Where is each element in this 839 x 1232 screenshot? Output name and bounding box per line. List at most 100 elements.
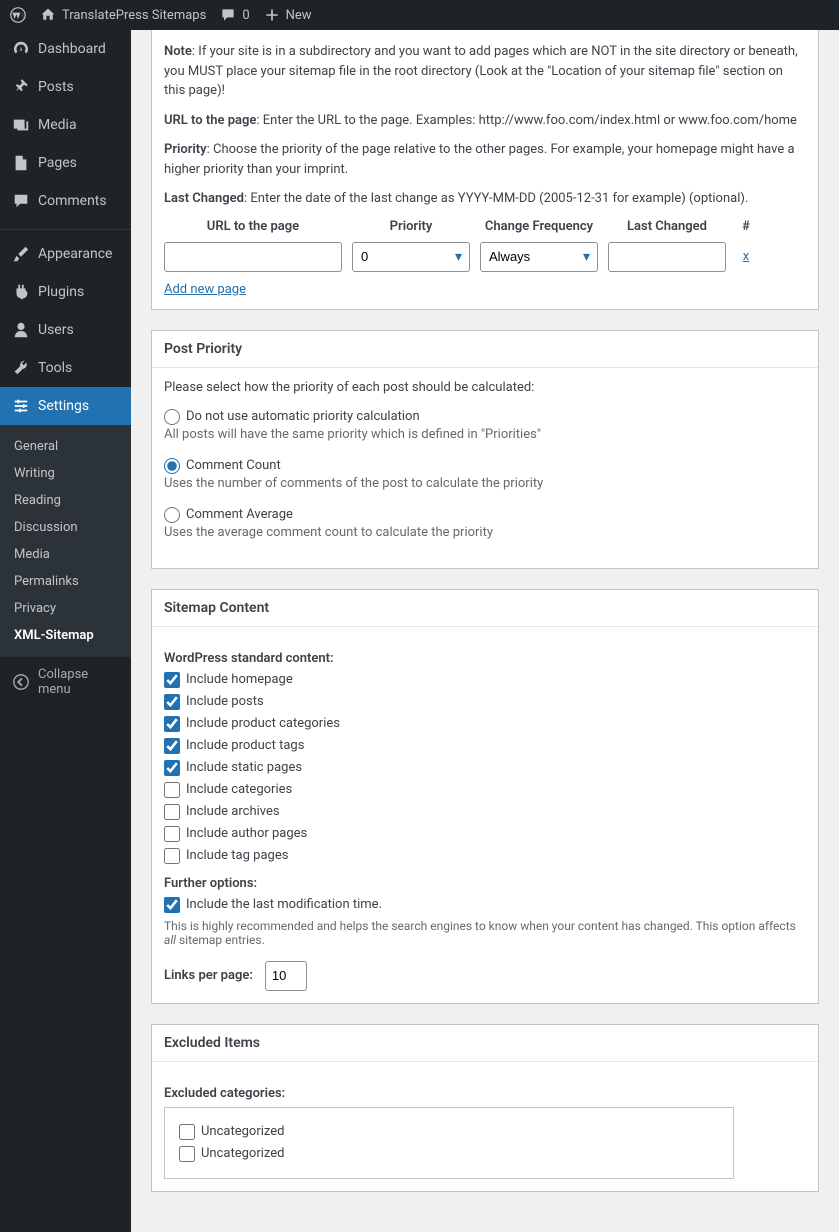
new-label: New [286, 8, 312, 23]
admin-sidebar: DashboardPostsMediaPagesCommentsAppearan… [0, 30, 131, 1232]
new-link[interactable]: New [264, 7, 312, 23]
menu-label: Settings [38, 398, 89, 414]
priority-option-0[interactable]: Do not use automatic priority calculatio… [164, 409, 806, 425]
menu-label: Appearance [38, 246, 112, 262]
excluded-cats-box: Uncategorized Uncategorized [164, 1107, 734, 1179]
plugin-icon [12, 283, 30, 301]
submenu-item-writing[interactable]: Writing [0, 460, 131, 487]
menu-item-dashboard[interactable]: Dashboard [0, 30, 131, 68]
content-label-5[interactable]: Include categories [186, 782, 292, 797]
excluded-cats-header: Excluded categories: [164, 1086, 806, 1101]
content-checkbox-5[interactable] [164, 782, 180, 798]
submenu-item-discussion[interactable]: Discussion [0, 514, 131, 541]
header-changed: Last Changed [608, 219, 726, 234]
admin-toolbar: TranslatePress Sitemaps 0 New [0, 0, 839, 30]
submenu-item-reading[interactable]: Reading [0, 487, 131, 514]
changed-input[interactable] [608, 242, 726, 272]
site-link[interactable]: TranslatePress Sitemaps [40, 7, 206, 23]
priority-radio-0[interactable] [164, 409, 180, 425]
priority-option-1[interactable]: Comment Count [164, 458, 806, 474]
content-checkbox-8[interactable] [164, 848, 180, 864]
additional-pages-panel: Note: If your site is in a subdirectory … [151, 30, 819, 310]
url-input[interactable] [164, 242, 342, 272]
priority-radio-2[interactable] [164, 507, 180, 523]
submenu-item-general[interactable]: General [0, 433, 131, 460]
links-per-page-input[interactable] [265, 961, 307, 991]
main-content: Note: If your site is in a subdirectory … [131, 30, 839, 1232]
links-per-page-label: Links per page: [164, 968, 253, 983]
brush-icon [12, 245, 30, 263]
menu-item-settings[interactable]: Settings [0, 387, 131, 425]
content-checkbox-4[interactable] [164, 760, 180, 776]
pin-icon [12, 78, 30, 96]
page-icon [12, 154, 30, 172]
header-priority: Priority [352, 219, 470, 234]
menu-label: Tools [38, 360, 72, 376]
collapse-menu[interactable]: Collapse menu [0, 657, 131, 707]
excluded-cat-label-1[interactable]: Uncategorized [201, 1146, 284, 1161]
site-name: TranslatePress Sitemaps [62, 8, 206, 23]
menu-item-posts[interactable]: Posts [0, 68, 131, 106]
excluded-items-panel: Excluded Items Excluded categories: Unca… [151, 1024, 819, 1192]
content-label-7[interactable]: Include author pages [186, 826, 307, 841]
menu-label: Dashboard [38, 41, 106, 57]
menu-label: Users [38, 322, 74, 338]
pages-table-row: 0 Always x [164, 242, 806, 272]
menu-item-media[interactable]: Media [0, 106, 131, 144]
content-label-3[interactable]: Include product tags [186, 738, 304, 753]
header-freq: Change Frequency [480, 219, 598, 234]
content-label-8[interactable]: Include tag pages [186, 848, 288, 863]
dashboard-icon [12, 40, 30, 58]
menu-item-tools[interactable]: Tools [0, 349, 131, 387]
header-url: URL to the page [164, 219, 342, 234]
content-checkbox-0[interactable] [164, 672, 180, 688]
excluded-cat-label-0[interactable]: Uncategorized [201, 1124, 284, 1139]
menu-label: Posts [38, 79, 74, 95]
post-priority-title: Post Priority [152, 331, 818, 368]
plus-icon [264, 7, 280, 23]
wp-logo[interactable] [10, 7, 26, 23]
collapse-label: Collapse menu [38, 667, 119, 697]
excluded-cat-checkbox-0[interactable] [179, 1124, 195, 1140]
collapse-icon [12, 673, 30, 691]
content-label-0[interactable]: Include homepage [186, 672, 293, 687]
content-label-6[interactable]: Include archives [186, 804, 280, 819]
content-checkbox-3[interactable] [164, 738, 180, 754]
sitemap-content-panel: Sitemap Content WordPress standard conte… [151, 589, 819, 1004]
modtime-checkbox[interactable] [164, 897, 180, 913]
content-label-1[interactable]: Include posts [186, 694, 264, 709]
excluded-cat-checkbox-1[interactable] [179, 1146, 195, 1162]
priority-option-2[interactable]: Comment Average [164, 507, 806, 523]
submenu-item-media[interactable]: Media [0, 541, 131, 568]
priority-select[interactable]: 0 [352, 242, 470, 272]
post-priority-panel: Post Priority Please select how the prio… [151, 330, 819, 569]
add-new-page-link[interactable]: Add new page [164, 282, 246, 297]
submenu-item-privacy[interactable]: Privacy [0, 595, 131, 622]
delete-row-link[interactable]: x [743, 249, 749, 264]
further-options-header: Further options: [164, 876, 806, 891]
menu-item-plugins[interactable]: Plugins [0, 273, 131, 311]
wrench-icon [12, 359, 30, 377]
priority-desc-2: Uses the average comment count to calcul… [164, 525, 806, 540]
menu-item-comments[interactable]: Comments [0, 182, 131, 220]
content-label-2[interactable]: Include product categories [186, 716, 340, 731]
modtime-label[interactable]: Include the last modification time. [186, 897, 382, 912]
submenu-item-xml-sitemap[interactable]: XML-Sitemap [0, 622, 131, 649]
content-checkbox-1[interactable] [164, 694, 180, 710]
menu-item-users[interactable]: Users [0, 311, 131, 349]
menu-item-appearance[interactable]: Appearance [0, 235, 131, 273]
content-checkbox-2[interactable] [164, 716, 180, 732]
submenu-item-permalinks[interactable]: Permalinks [0, 568, 131, 595]
comments-link[interactable]: 0 [220, 7, 249, 23]
standard-content-header: WordPress standard content: [164, 651, 806, 666]
content-label-4[interactable]: Include static pages [186, 760, 302, 775]
content-checkbox-7[interactable] [164, 826, 180, 842]
comment-icon [220, 7, 236, 23]
settings-icon [12, 397, 30, 415]
menu-label: Comments [38, 193, 107, 209]
priority-radio-1[interactable] [164, 458, 180, 474]
freq-select[interactable]: Always [480, 242, 598, 272]
post-priority-intro: Please select how the priority of each p… [164, 380, 806, 395]
content-checkbox-6[interactable] [164, 804, 180, 820]
menu-item-pages[interactable]: Pages [0, 144, 131, 182]
